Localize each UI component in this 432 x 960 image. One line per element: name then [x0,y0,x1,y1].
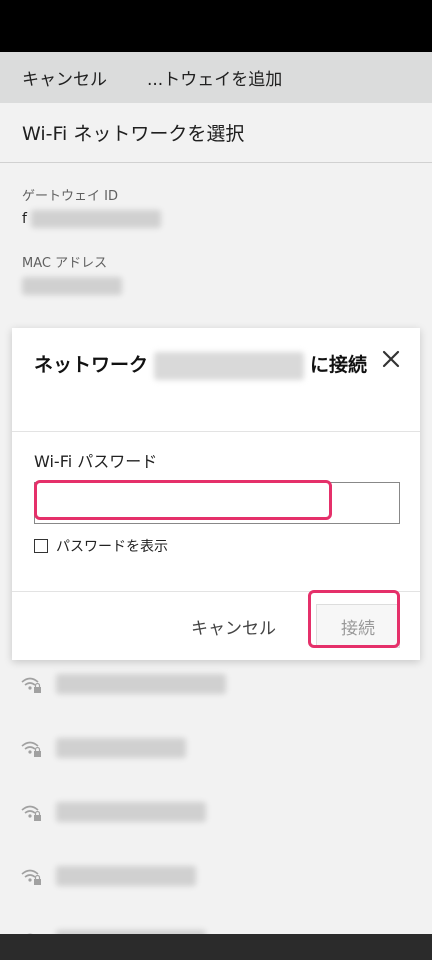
cancel-button[interactable]: キャンセル [191,614,276,639]
connect-dialog: ネットワーク に接続 Wi-Fi パスワード パスワードを表示 キャンセル 接続 [12,328,420,660]
dialog-body: Wi-Fi パスワード パスワードを表示 [12,432,420,592]
dialog-title-prefix: ネットワーク [34,354,149,376]
password-label: Wi-Fi パスワード [34,452,158,471]
close-icon[interactable] [380,348,402,370]
dialog-title-suffix: に接続 [310,354,368,376]
redacted-network-name [154,351,305,380]
dialog-footer: キャンセル 接続 [12,590,420,660]
connect-button[interactable]: 接続 [316,604,400,648]
show-password-row[interactable]: パスワードを表示 [34,536,400,556]
show-password-checkbox[interactable] [34,539,48,553]
dialog-title: ネットワーク に接続 [34,350,368,380]
navigation-bar [0,934,432,960]
password-input[interactable] [34,482,400,524]
dialog-header: ネットワーク に接続 [12,328,420,432]
status-bar [0,0,432,52]
show-password-label: パスワードを表示 [56,539,168,555]
